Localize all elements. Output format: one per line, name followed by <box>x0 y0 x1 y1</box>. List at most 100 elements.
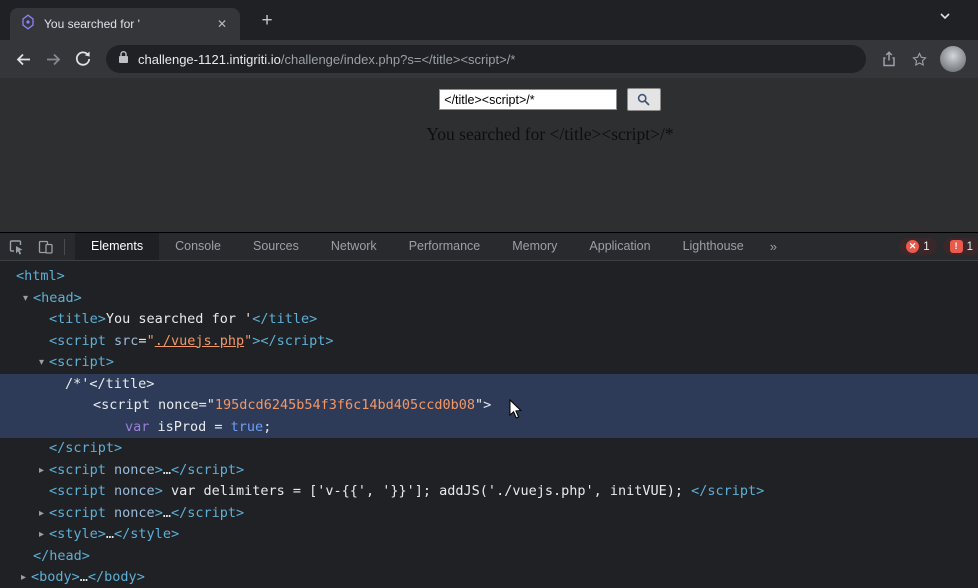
code-token: /*'</title> <box>65 376 154 392</box>
code-token: true <box>231 419 264 435</box>
devtools-tab-lighthouse[interactable]: Lighthouse <box>667 233 760 261</box>
dom-tree-row[interactable]: ▸<script nonce>…</script> <box>0 460 978 482</box>
devtools-tabbar-tabs: ElementsConsoleSourcesNetworkPerformance… <box>75 233 760 261</box>
issues-icon: ! <box>950 240 963 253</box>
devtools-tab-application[interactable]: Application <box>573 233 666 261</box>
collapse-arrow-icon[interactable]: ▾ <box>19 288 32 310</box>
elements-tree: <html>▾<head><title>You searched for '</… <box>0 261 978 587</box>
bookmark-star-icon[interactable] <box>904 44 934 74</box>
code-token: <html> <box>16 268 65 284</box>
code-token: > <box>155 483 163 499</box>
error-circle-icon: ✕ <box>906 240 919 253</box>
page-content: You searched for </title><script>/* <box>0 78 978 232</box>
code-token: " <box>147 333 155 349</box>
code-token: nonce <box>106 483 155 499</box>
inspect-element-icon[interactable] <box>0 233 30 261</box>
reload-button[interactable] <box>68 44 98 74</box>
expand-arrow-icon[interactable]: ▸ <box>35 503 48 525</box>
dom-tree-row[interactable]: <script nonce> var delimiters = ['v-{{',… <box>0 481 978 503</box>
code-token: … <box>163 505 171 521</box>
code-token: </script> <box>171 462 244 478</box>
profile-avatar[interactable] <box>940 46 966 72</box>
devtools-panel: ElementsConsoleSourcesNetworkPerformance… <box>0 232 978 588</box>
search-button[interactable] <box>627 88 661 111</box>
url-path: /challenge/index.php?s=</title><script>/… <box>281 52 516 67</box>
code-token: You searched for ' <box>106 311 252 327</box>
url-bar[interactable]: challenge-1121.intigriti.io/challenge/in… <box>106 45 866 73</box>
forward-button[interactable] <box>38 44 68 74</box>
dom-tree-row[interactable]: ▾<script> <box>0 352 978 374</box>
console-error-badge[interactable]: ✕ 1 <box>899 238 936 255</box>
code-token: nonce <box>106 462 155 478</box>
search-input[interactable] <box>439 89 617 110</box>
lock-icon <box>118 50 129 69</box>
code-token: nonce <box>106 505 155 521</box>
new-tab-button[interactable]: + <box>254 9 280 35</box>
dom-tree-row[interactable]: </head> <box>0 546 978 568</box>
code-token: <script <box>49 333 106 349</box>
back-button[interactable] <box>8 44 38 74</box>
code-token: </script> <box>260 333 333 349</box>
browser-toolbar: challenge-1121.intigriti.io/challenge/in… <box>0 40 978 78</box>
devtools-toolbar: ElementsConsoleSourcesNetworkPerformance… <box>0 233 978 261</box>
tab-close-icon[interactable]: ✕ <box>214 17 230 31</box>
dom-tree-row[interactable]: <script src="./vuejs.php"></script> <box>0 331 978 353</box>
devtools-tab-elements[interactable]: Elements <box>75 233 159 261</box>
tab-strip: You searched for ' ✕ + <box>0 0 978 40</box>
code-token: </body> <box>88 569 145 585</box>
code-token: ./vuejs.php <box>155 333 244 349</box>
expand-arrow-icon[interactable]: ▸ <box>17 567 30 587</box>
devtools-tab-memory[interactable]: Memory <box>496 233 573 261</box>
dom-tree-row[interactable]: /*'</title> <box>0 374 978 396</box>
code-token: … <box>106 526 114 542</box>
code-token: </head> <box>33 548 90 564</box>
code-token: <script <box>49 505 106 521</box>
dom-tree-row[interactable]: <title>You searched for '</title> <box>0 309 978 331</box>
code-token: var delimiters = ['v-{{', '}}']; addJS('… <box>163 483 691 499</box>
dom-tree-row[interactable]: <script nonce="195dcd6245b54f3f6c14bd405… <box>0 395 978 417</box>
dom-tree-row[interactable]: var isProd = true; <box>0 417 978 439</box>
expand-arrow-icon[interactable]: ▸ <box>35 524 48 546</box>
code-token: <style> <box>49 526 106 542</box>
site-favicon-icon <box>20 14 36 35</box>
code-token: </script> <box>691 483 764 499</box>
code-token: </style> <box>114 526 179 542</box>
device-toolbar-icon[interactable] <box>30 233 60 261</box>
code-token: <script <box>49 483 106 499</box>
tab-title: You searched for ' <box>44 17 214 31</box>
more-tabs-icon[interactable]: » <box>760 233 787 261</box>
code-token: > <box>155 462 163 478</box>
code-token: ; <box>263 419 271 435</box>
code-token: src <box>106 333 139 349</box>
code-token: </script> <box>171 505 244 521</box>
dom-tree-row[interactable]: <html> <box>0 266 978 288</box>
issues-count: 1 <box>967 241 973 253</box>
url-text: challenge-1121.intigriti.io/challenge/in… <box>138 52 515 67</box>
devtools-tab-console[interactable]: Console <box>159 233 237 261</box>
code-token: … <box>80 569 88 585</box>
dom-tree-row[interactable]: ▾<head> <box>0 288 978 310</box>
collapse-arrow-icon[interactable]: ▾ <box>35 352 48 374</box>
dom-tree-row[interactable]: ▸<body>…</body> <box>0 567 978 587</box>
share-icon[interactable] <box>874 44 904 74</box>
code-token: = <box>138 333 146 349</box>
error-count: 1 <box>923 241 929 253</box>
code-token: <title> <box>49 311 106 327</box>
devtools-tab-performance[interactable]: Performance <box>393 233 497 261</box>
devtools-tab-network[interactable]: Network <box>315 233 393 261</box>
expand-arrow-icon[interactable]: ▸ <box>35 460 48 482</box>
toolbar-divider <box>64 239 65 255</box>
dom-tree-row[interactable]: ▸<script nonce>…</script> <box>0 503 978 525</box>
code-token: > <box>155 505 163 521</box>
browser-tab[interactable]: You searched for ' ✕ <box>10 8 240 40</box>
code-token: 195dcd6245b54f3f6c14bd405ccd0b08 <box>215 397 475 413</box>
dom-tree-row[interactable]: </script> <box>0 438 978 460</box>
issues-badge[interactable]: ! 1 <box>943 238 978 255</box>
devtools-tab-sources[interactable]: Sources <box>237 233 315 261</box>
code-token: <script> <box>49 354 114 370</box>
code-token: </title> <box>252 311 317 327</box>
dom-tree-row[interactable]: ▸<style>…</style> <box>0 524 978 546</box>
browser-window: You searched for ' ✕ + <box>0 0 978 588</box>
chevron-down-icon[interactable] <box>938 9 952 28</box>
code-token: "> <box>475 397 491 413</box>
